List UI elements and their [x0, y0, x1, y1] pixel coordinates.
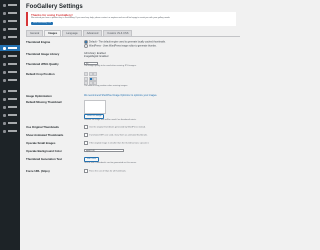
sidebar-item-label [8, 28, 17, 30]
sidebar-item[interactable] [0, 112, 20, 118]
sidebar-item[interactable] [0, 45, 20, 51]
label-test: Thumbnail Generation Test [26, 157, 63, 161]
crop-position-desc: The default crop position when resizing … [84, 85, 128, 87]
upscale-desc: If the original image is smaller than th… [89, 142, 150, 145]
sidebar-item-label [8, 114, 17, 116]
label-use-original: Use Original Thumbnails [26, 125, 59, 129]
animated-desc: If animated GIFs are used, show them as … [89, 134, 148, 137]
sidebar-item-label [8, 71, 17, 73]
sidebar-item[interactable] [0, 104, 20, 110]
sidebar-item-label [8, 36, 17, 38]
use-original-checkbox[interactable] [84, 125, 89, 130]
radio-wp-engine[interactable] [84, 44, 88, 48]
sidebar-item[interactable] [0, 61, 20, 67]
sidebar-item-label [8, 90, 17, 92]
menu-icon [3, 121, 6, 125]
notice-text: We noticed you have a product key in Foo… [31, 17, 171, 19]
menu-icon [3, 11, 6, 15]
crop-cell[interactable] [93, 76, 97, 81]
crop-cell[interactable] [84, 76, 88, 81]
default-thumb-desc: Choose an image that will be used if no … [84, 119, 137, 122]
crop-cell[interactable] [84, 72, 88, 76]
label-thumb-engine: Thumbnail Engine [26, 40, 51, 44]
sidebar-item-label [8, 12, 17, 14]
default-thumb-preview [84, 100, 106, 114]
menu-icon [3, 27, 6, 31]
menu-icon [3, 46, 6, 50]
sidebar-item[interactable] [0, 69, 20, 75]
sidebar-item-label [8, 55, 17, 57]
sidebar-item[interactable] [0, 128, 20, 134]
sidebar-item-label [8, 106, 17, 108]
crop-cell[interactable] [88, 72, 93, 76]
jpeg-quality-desc: The image quality to be used when resizi… [84, 65, 137, 67]
crop-cell-selected[interactable] [88, 76, 93, 81]
crop-position-grid[interactable] [84, 72, 97, 85]
menu-icon [3, 54, 6, 58]
label-optimization: Image Optimization [26, 94, 52, 98]
sidebar-item-label [8, 4, 17, 6]
animated-checkbox[interactable] [84, 133, 89, 138]
admin-notice: Thanks for using FooGallery! We noticed … [26, 12, 236, 26]
tab-divider [26, 36, 240, 37]
optimization-link[interactable]: We recommend ShortPixel Image Optimizer … [84, 94, 157, 97]
sidebar-item[interactable] [0, 18, 20, 24]
notice-button[interactable]: Find FooGallery Pro [31, 22, 53, 25]
use-original-desc: Use the original thumbnails generated by… [89, 126, 146, 129]
menu-icon [3, 70, 6, 74]
label-crop-position: Default Crop Position [26, 72, 55, 76]
sidebar-item[interactable] [0, 53, 20, 59]
menu-icon [3, 35, 6, 39]
sidebar-item[interactable] [0, 2, 20, 8]
sidebar-separator [0, 83, 20, 86]
crop-cell[interactable] [93, 72, 97, 76]
label-image-library: Thumbnail Image Library [26, 52, 60, 56]
sidebar-item-label [8, 20, 17, 22]
sidebar-item[interactable] [0, 88, 20, 94]
upscale-color-input[interactable]: rgb(0,0,0) [84, 149, 124, 152]
force-https-checkbox[interactable] [84, 169, 89, 174]
image-library-imagick: ImageMagick: Enabled [84, 55, 109, 58]
sidebar-item[interactable] [0, 120, 20, 126]
label-upscale: Upscale Small Images [26, 141, 56, 145]
page-title: FooGallery Settings [26, 4, 83, 10]
menu-icon [3, 78, 6, 82]
sidebar-separator [0, 40, 20, 43]
label-default-thumb: Default Missing Thumbnail [26, 100, 62, 104]
menu-icon [3, 3, 6, 7]
admin-sidebar [0, 0, 20, 250]
label-animated: Show Animated Thumbnails [26, 133, 64, 137]
menu-icon [3, 105, 6, 109]
label-jpeg-quality: Thumbnail JPEG Quality [26, 62, 59, 66]
sidebar-item-label [8, 122, 17, 124]
test-desc: Test to see if thumbnails can be generat… [84, 162, 137, 165]
sidebar-item-label [8, 130, 17, 132]
menu-icon [3, 129, 6, 133]
menu-icon [3, 89, 6, 93]
label-force-https: Force URL (https) [26, 169, 50, 173]
sidebar-item-label [8, 79, 17, 81]
sidebar-item[interactable] [0, 26, 20, 32]
sidebar-item-label [8, 63, 17, 65]
force-https-desc: Force the use of https for all thumbnail… [89, 170, 127, 173]
sidebar-item[interactable] [0, 10, 20, 16]
sidebar-item[interactable] [0, 96, 20, 102]
label-upscale-color: Upscale Background Color [26, 149, 62, 153]
upscale-checkbox[interactable] [84, 141, 89, 146]
menu-icon [3, 62, 6, 66]
main-content: FooGallery Settings Thanks for using Foo… [20, 0, 250, 250]
sidebar-item-label [8, 98, 17, 100]
thumb-engine-opt2: WordPress - Uses WordPress image editor … [89, 44, 157, 48]
menu-icon [3, 19, 6, 23]
menu-icon [3, 97, 6, 101]
menu-icon [3, 113, 6, 117]
sidebar-item-label [8, 47, 17, 49]
